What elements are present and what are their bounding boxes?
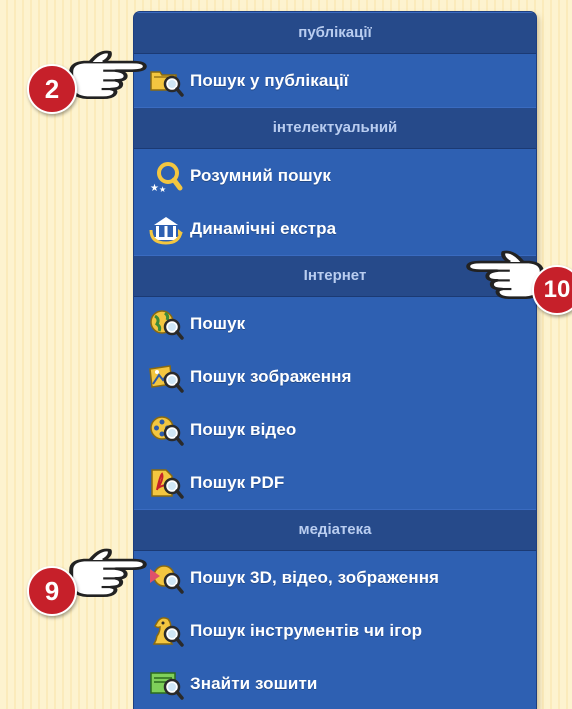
menu-item-label: Знайти зошити (190, 673, 318, 693)
menu-item-media-search[interactable]: Пошук 3D, відео, зображення (134, 551, 536, 604)
image-search-icon (149, 364, 184, 393)
video-search-icon (150, 415, 184, 446)
svg-text:★: ★ (150, 183, 159, 193)
menu-item-label: Пошук відео (190, 419, 297, 439)
dynamic-extra-icon (149, 216, 183, 245)
menu-item-label: Пошук 3D, відео, зображення (190, 567, 440, 587)
pdf-search-icon (151, 468, 184, 499)
menu-item-smart-search[interactable]: ★ ★ Розумний пошук (134, 149, 536, 202)
menu-item-find-notebooks[interactable]: Знайти зошити (134, 657, 536, 709)
section-header-intelligent: інтелектуальний (134, 107, 536, 149)
callout-badge: 2 (27, 64, 77, 114)
pointing-hand-icon (69, 49, 147, 100)
media-search-icon (150, 564, 184, 594)
search-menu-panel: публікації Пошук у публікації інтелектуа… (134, 12, 536, 709)
menu-item-label: Пошук у публікації (190, 70, 349, 90)
menu-item-video-search[interactable]: Пошук відео (134, 403, 536, 456)
globe-search-icon (150, 309, 184, 340)
menu-item-label: Пошук інструментів чи ігор (190, 620, 423, 640)
notebook-search-icon (150, 671, 184, 700)
smart-search-icon: ★ ★ (150, 161, 183, 193)
callout-badge: 10 (532, 265, 572, 315)
menu-item-image-search[interactable]: Пошук зображення (134, 350, 536, 403)
pointing-hand-icon (69, 547, 147, 598)
menu-item-label: Динамічні екстра (190, 218, 337, 238)
menu-item-search[interactable]: Пошук (134, 297, 536, 350)
tools-games-search-icon (152, 616, 184, 647)
menu-item-label: Пошук (190, 313, 246, 333)
svg-text:★: ★ (159, 185, 166, 193)
menu-item-pdf-search[interactable]: Пошук PDF (134, 456, 536, 509)
menu-item-label: Пошук зображення (190, 366, 352, 386)
folder-search-icon (150, 70, 184, 97)
menu-item-search-in-publication[interactable]: Пошук у публікації (134, 54, 536, 107)
menu-item-label: Пошук PDF (190, 472, 285, 492)
menu-item-tools-games-search[interactable]: Пошук інструментів чи ігор (134, 604, 536, 657)
section-header-publications: публікації (134, 12, 536, 54)
callout-badge: 9 (27, 566, 77, 616)
menu-item-label: Розумний пошук (190, 165, 331, 185)
section-header-media-library: медіатека (134, 509, 536, 551)
